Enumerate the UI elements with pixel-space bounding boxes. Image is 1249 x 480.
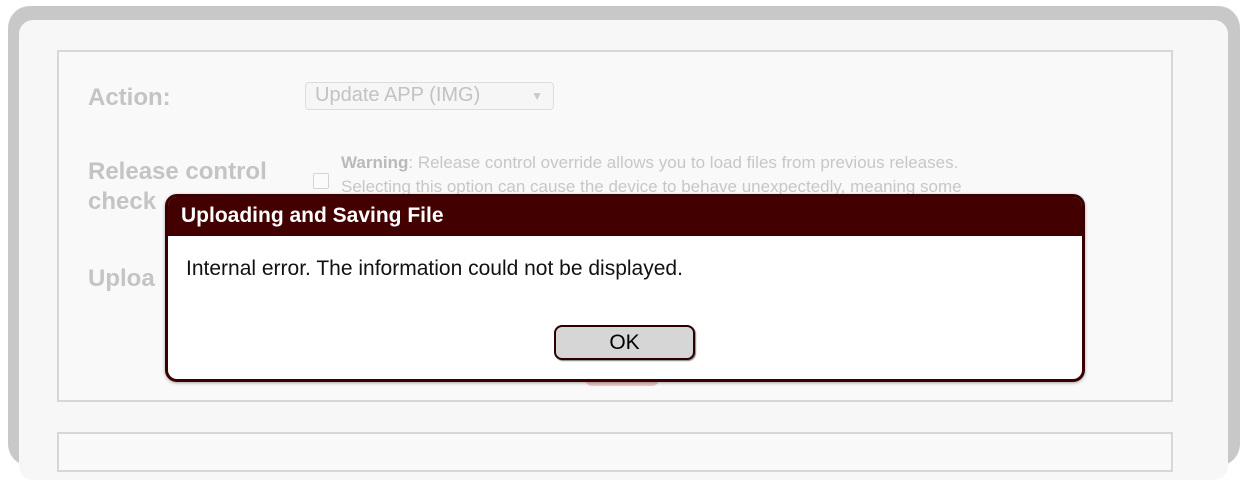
- action-select-value: Update APP (IMG): [315, 84, 481, 106]
- release-control-label-line1: Release control: [88, 158, 267, 185]
- warning-bold: Warning: [341, 153, 409, 172]
- release-warning-text: Warning: Release control override allows…: [341, 151, 1161, 199]
- error-dialog: Uploading and Saving File Internal error…: [165, 194, 1085, 382]
- dialog-title: Uploading and Saving File: [168, 197, 1082, 236]
- warning-line-1: Warning: Release control override allows…: [341, 151, 1161, 175]
- warning-line-1-text: : Release control override allows you to…: [408, 153, 959, 172]
- chevron-down-icon: ▼: [531, 89, 543, 103]
- release-control-override-checkbox[interactable]: [313, 173, 329, 189]
- ok-button[interactable]: OK: [554, 325, 695, 360]
- secondary-panel: [57, 432, 1173, 472]
- upload-label: Uploa: [88, 265, 155, 292]
- action-select[interactable]: Update APP (IMG) ▼: [305, 82, 554, 110]
- dialog-message: Internal error. The information could no…: [186, 257, 683, 280]
- action-label: Action:: [88, 84, 171, 111]
